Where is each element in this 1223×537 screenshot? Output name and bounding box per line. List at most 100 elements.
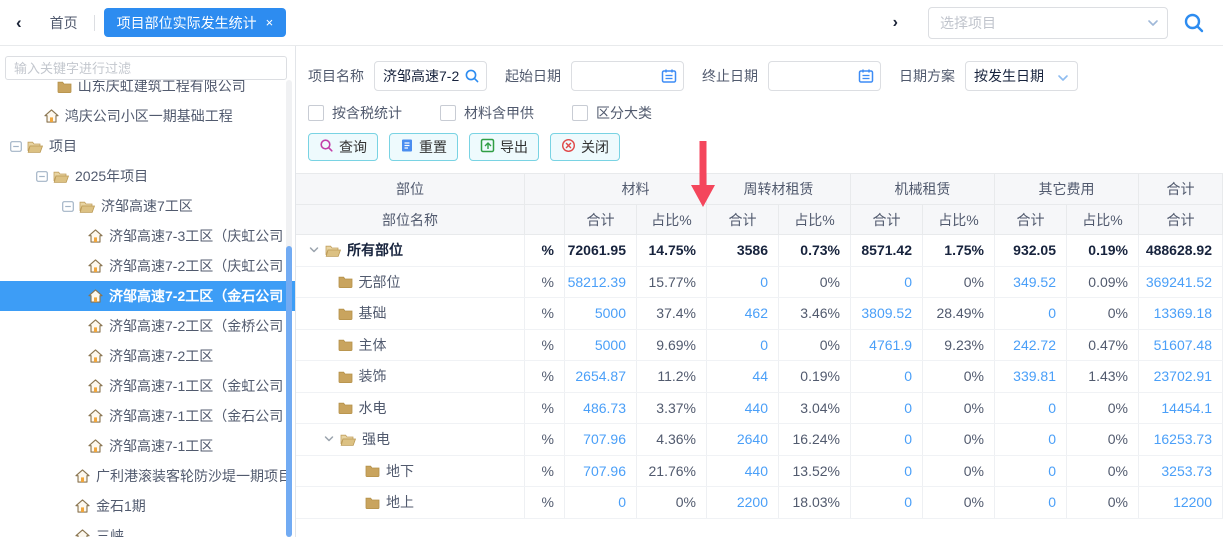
amount-link[interactable]: 707.96 bbox=[583, 431, 626, 447]
amount-link[interactable]: 0 bbox=[1048, 494, 1056, 510]
folder-icon bbox=[338, 307, 353, 320]
amount-link[interactable]: 486.73 bbox=[583, 400, 626, 416]
amount-link[interactable]: 0 bbox=[618, 494, 626, 510]
percent-value: 14.75% bbox=[649, 242, 696, 258]
amount-link[interactable]: 0 bbox=[1048, 431, 1056, 447]
expander-icon[interactable] bbox=[62, 201, 79, 212]
amount-link[interactable]: 12200 bbox=[1173, 494, 1212, 510]
tree-item[interactable]: 金石1期 bbox=[0, 491, 295, 521]
tree-item[interactable]: 济邹高速7-1工区（金石公司 bbox=[0, 401, 295, 431]
tree-item-label: 济邹高速7-1工区（金虹公司 bbox=[109, 376, 283, 396]
query-button[interactable]: 查询 bbox=[308, 133, 378, 161]
tab-active-statistics[interactable]: 项目部位实际发生统计 × bbox=[104, 8, 287, 37]
amount-link[interactable]: 349.52 bbox=[1013, 274, 1056, 290]
amount-link[interactable]: 0 bbox=[1048, 400, 1056, 416]
amount-link[interactable]: 0 bbox=[760, 337, 768, 353]
chevron-down-icon[interactable] bbox=[1057, 71, 1069, 87]
checkbox-icon[interactable] bbox=[440, 105, 456, 121]
amount-link[interactable]: 13369.18 bbox=[1154, 305, 1212, 321]
checkbox-tax-included[interactable]: 按含税统计 bbox=[308, 103, 402, 123]
amount-link[interactable]: 707.96 bbox=[583, 463, 626, 479]
amount-link[interactable]: 2640 bbox=[737, 431, 768, 447]
tree-item[interactable]: 三峡 bbox=[0, 521, 295, 537]
tree-item[interactable]: 鸿庆公司小区一期基础工程 bbox=[0, 101, 295, 131]
amount-link[interactable]: 462 bbox=[745, 305, 768, 321]
part-name: 无部位 bbox=[359, 272, 401, 292]
tree-item[interactable]: 2025年项目 bbox=[0, 161, 295, 191]
tree-item[interactable]: 广利港滚装客轮防沙堤一期项目 bbox=[0, 461, 295, 491]
amount-link[interactable]: 440 bbox=[745, 400, 768, 416]
amount-link[interactable]: 51607.48 bbox=[1154, 337, 1212, 353]
amount-link[interactable]: 339.81 bbox=[1013, 368, 1056, 384]
tree-item[interactable]: 济邹高速7-1工区（金虹公司 bbox=[0, 371, 295, 401]
amount-link[interactable]: 0 bbox=[904, 431, 912, 447]
calendar-icon[interactable] bbox=[858, 68, 874, 84]
tree-item[interactable]: 济邹高速7-2工区（庆虹公司 bbox=[0, 251, 295, 281]
folder-icon bbox=[365, 496, 380, 509]
back-chevron-icon[interactable]: ‹ bbox=[16, 13, 22, 33]
amount-link[interactable]: 0 bbox=[904, 400, 912, 416]
tree-item[interactable]: 济邹高速7-2工区（金石公司 bbox=[0, 281, 295, 311]
tree-item[interactable]: 济邹高速7-1工区 bbox=[0, 431, 295, 461]
amount-link[interactable]: 0 bbox=[904, 368, 912, 384]
date-scheme-select[interactable]: 按发生日期 bbox=[965, 61, 1078, 91]
close-button[interactable]: 关闭 bbox=[550, 133, 620, 161]
statistics-panel: 项目名称 起始日期 终止日期 日期方案 bbox=[296, 46, 1223, 537]
project-select-input[interactable] bbox=[928, 7, 1168, 39]
project-select[interactable] bbox=[928, 7, 1168, 39]
amount-link[interactable]: 5000 bbox=[595, 305, 626, 321]
amount-link[interactable]: 4761.9 bbox=[869, 337, 912, 353]
table-row: 无部位%58212.3915.77%00%00%349.520.09%36924… bbox=[296, 267, 1223, 299]
expander-icon[interactable] bbox=[10, 141, 27, 152]
amount-link[interactable]: 5000 bbox=[595, 337, 626, 353]
collapse-chevron-icon[interactable] bbox=[323, 433, 335, 445]
amount-link[interactable]: 0 bbox=[904, 494, 912, 510]
amount-link[interactable]: 2200 bbox=[737, 494, 768, 510]
amount-link[interactable]: 3809.52 bbox=[861, 305, 912, 321]
amount-link[interactable]: 0 bbox=[1048, 463, 1056, 479]
percent-value: 0% bbox=[964, 368, 984, 384]
folder-open-icon bbox=[340, 433, 356, 446]
tree-item[interactable]: 济邹高速7-3工区（庆虹公司 bbox=[0, 221, 295, 251]
amount-link[interactable]: 0 bbox=[904, 274, 912, 290]
calendar-icon[interactable] bbox=[661, 68, 677, 84]
amount-link[interactable]: 44 bbox=[752, 368, 768, 384]
amount-link[interactable]: 242.72 bbox=[1013, 337, 1056, 353]
tree-filter-input[interactable] bbox=[5, 56, 287, 80]
amount-link[interactable]: 369241.52 bbox=[1146, 274, 1212, 290]
export-button[interactable]: 导出 bbox=[469, 133, 539, 161]
tree-item[interactable]: 济邹高速7-2工区 bbox=[0, 341, 295, 371]
forward-chevron-icon[interactable]: › bbox=[893, 14, 898, 32]
tab-home[interactable]: 首页 bbox=[50, 13, 78, 33]
chevron-down-icon[interactable] bbox=[1147, 16, 1159, 32]
amount-link[interactable]: 0 bbox=[1048, 305, 1056, 321]
amount-link[interactable]: 0 bbox=[904, 463, 912, 479]
amount-link[interactable]: 23702.91 bbox=[1154, 368, 1212, 384]
reset-button[interactable]: 重置 bbox=[389, 133, 458, 161]
amount-link[interactable]: 440 bbox=[745, 463, 768, 479]
tree-item[interactable]: 项目 bbox=[0, 131, 295, 161]
expander-icon[interactable] bbox=[36, 171, 53, 182]
search-icon[interactable] bbox=[1183, 12, 1205, 34]
tab-close-icon[interactable]: × bbox=[266, 16, 274, 29]
amount-link[interactable]: 0 bbox=[760, 274, 768, 290]
amount-link[interactable]: 58212.39 bbox=[568, 274, 626, 290]
tree-item[interactable]: 济邹高速7工区 bbox=[0, 191, 295, 221]
amount-link[interactable]: 14454.1 bbox=[1161, 400, 1212, 416]
truncated-percent: % bbox=[542, 400, 554, 416]
folder-icon bbox=[338, 338, 353, 351]
checkbox-category-split[interactable]: 区分大类 bbox=[572, 103, 652, 123]
export-icon bbox=[480, 138, 495, 156]
collapse-chevron-icon[interactable] bbox=[308, 244, 320, 256]
truncated-percent: % bbox=[542, 494, 554, 510]
part-name: 所有部位 bbox=[347, 240, 403, 260]
sidebar-scrollbar-thumb[interactable] bbox=[286, 246, 292, 537]
amount-link[interactable]: 16253.73 bbox=[1154, 431, 1212, 447]
checkbox-icon[interactable] bbox=[308, 105, 324, 121]
search-icon[interactable] bbox=[464, 68, 480, 84]
tree-item[interactable]: 济邹高速7-2工区（金桥公司 bbox=[0, 311, 295, 341]
checkbox-material-supplied[interactable]: 材料含甲供 bbox=[440, 103, 534, 123]
amount-link[interactable]: 3253.73 bbox=[1161, 463, 1212, 479]
checkbox-icon[interactable] bbox=[572, 105, 588, 121]
amount-link[interactable]: 2654.87 bbox=[575, 368, 626, 384]
